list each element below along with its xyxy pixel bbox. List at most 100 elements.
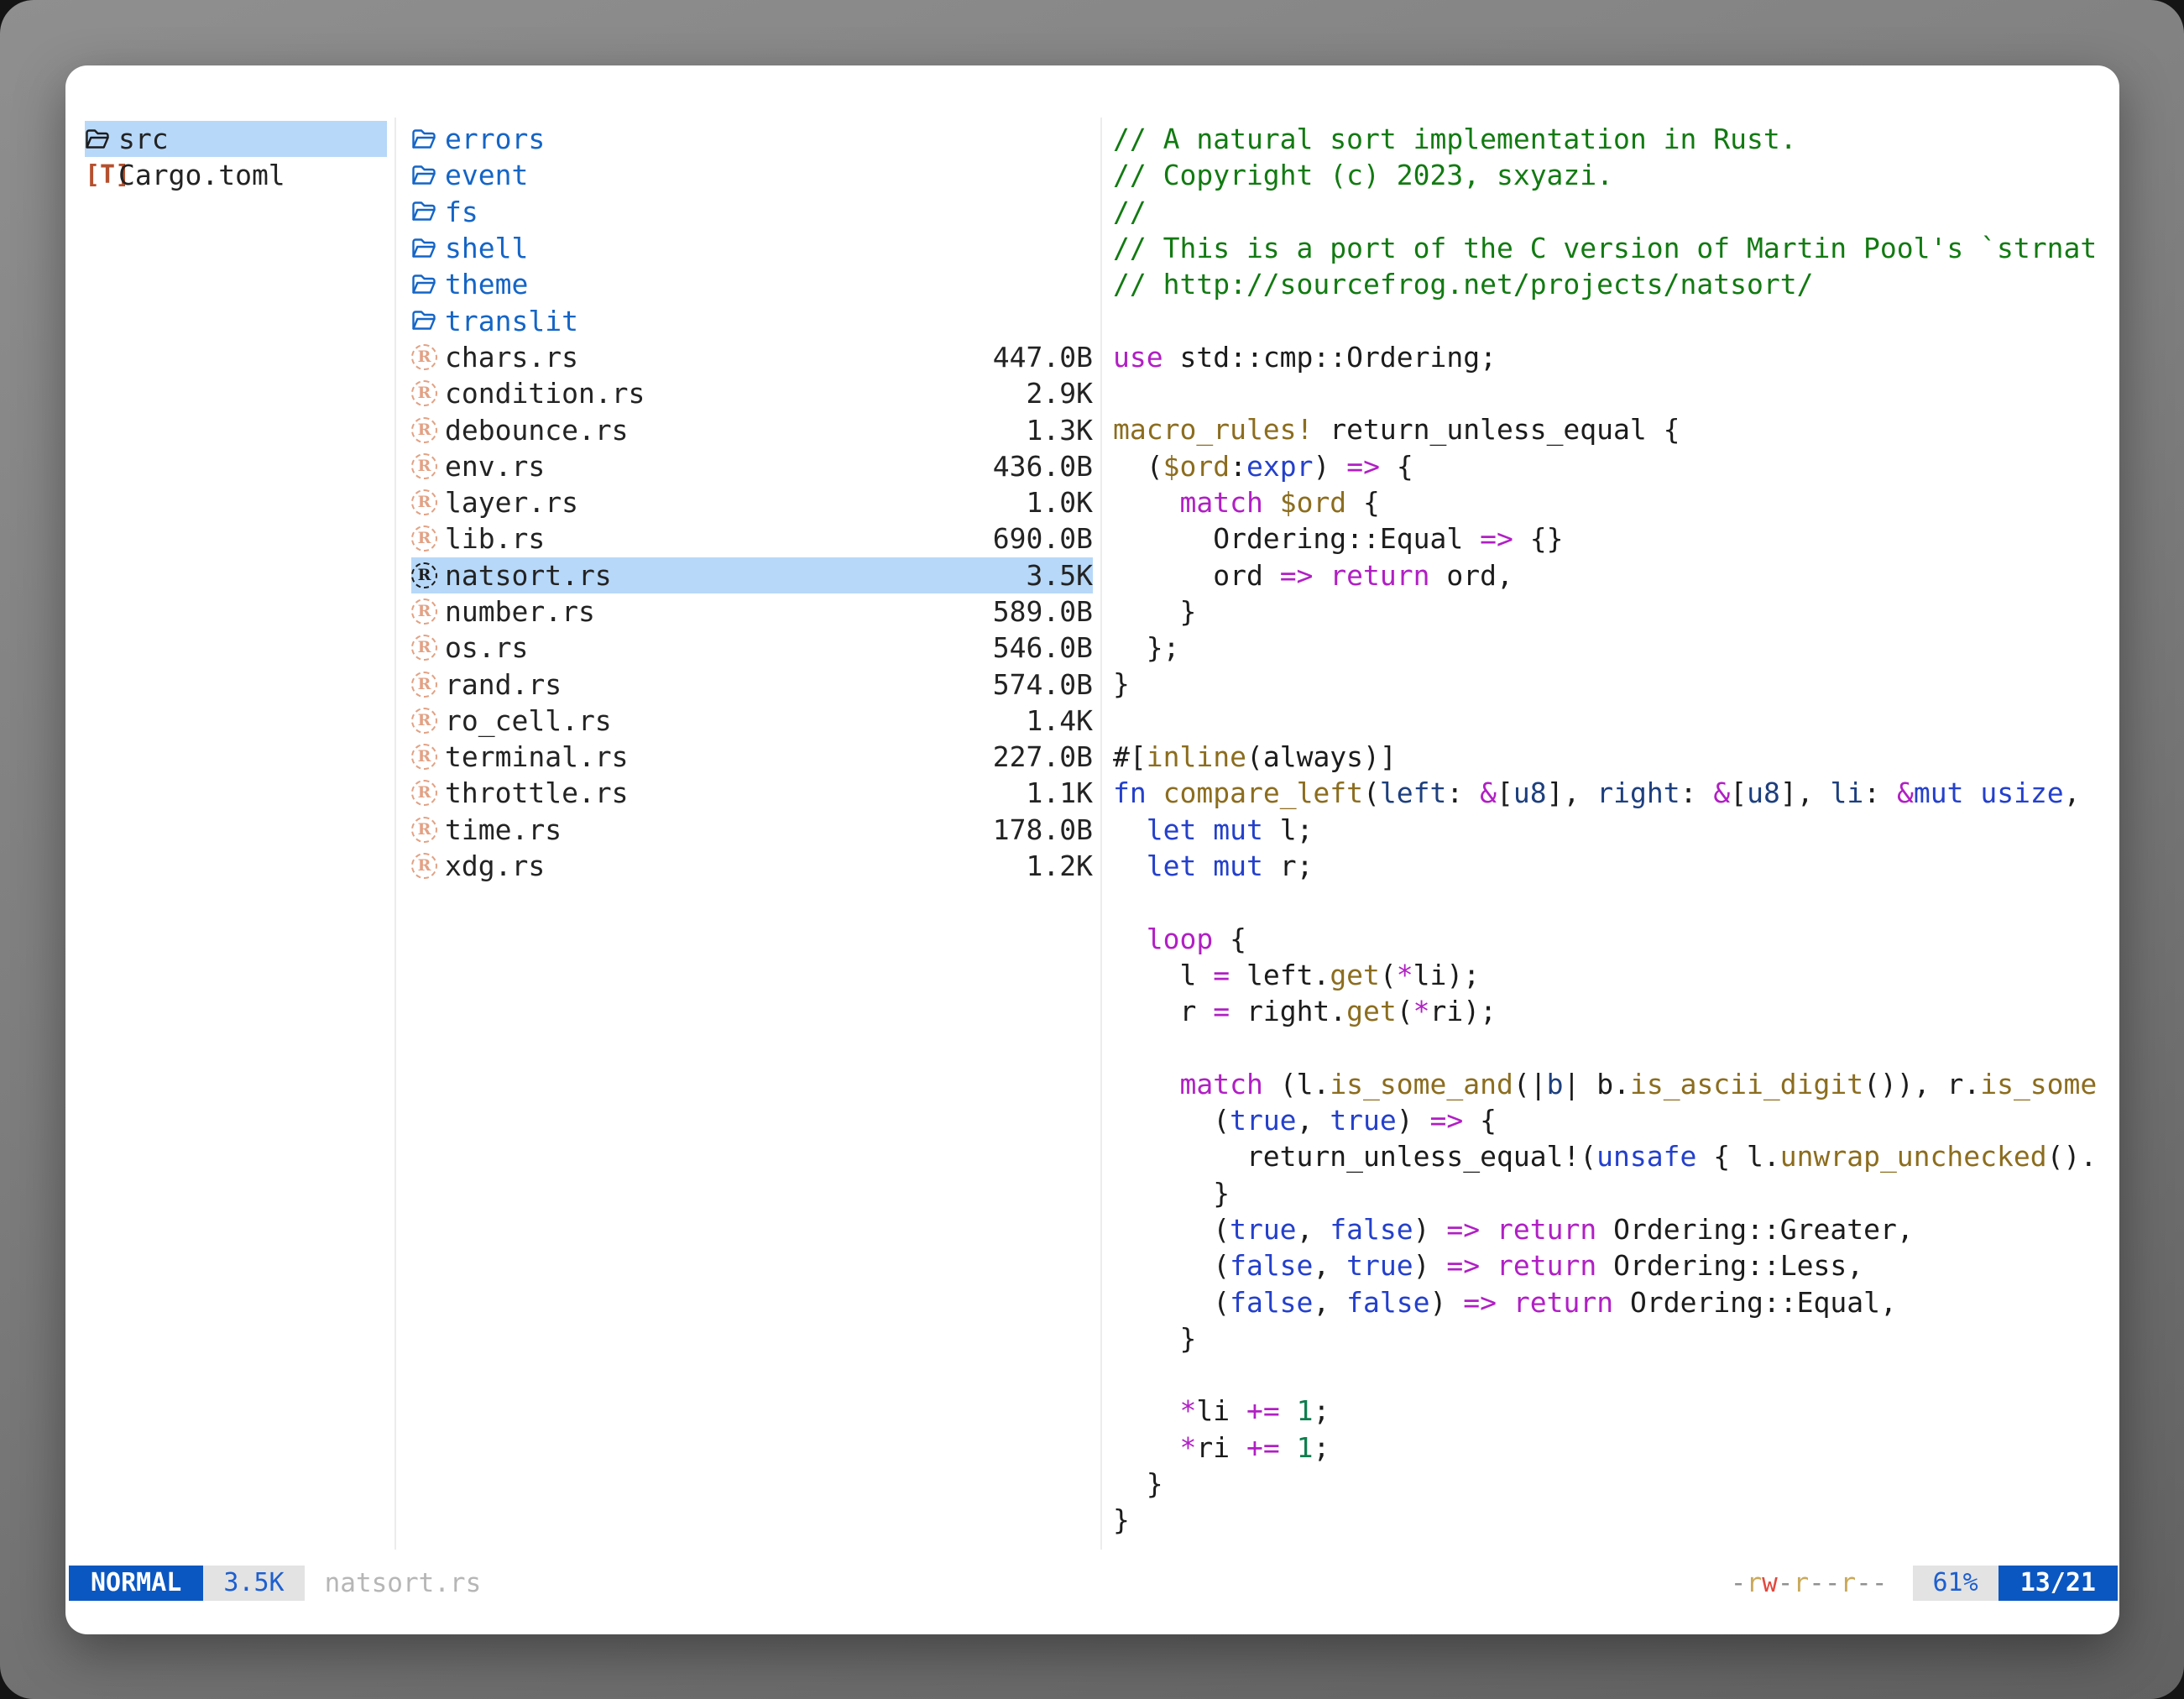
file-size: 2.9K (1027, 377, 1093, 410)
file-size: 447.0B (993, 341, 1093, 374)
file-name: ro_cell.rs (445, 704, 1020, 737)
file-row[interactable]: Rthrottle.rs1.1K (411, 775, 1093, 811)
rust-file-icon: R (411, 853, 437, 879)
rust-file-icon: R (411, 489, 437, 515)
code-line: *li += 1; (1113, 1393, 2119, 1429)
file-row[interactable]: Rtime.rs178.0B (411, 812, 1093, 848)
code-line: Ordering::Equal => {} (1113, 520, 2119, 557)
file-name: fs (445, 196, 1086, 228)
file-row[interactable]: Rcondition.rs2.9K (411, 375, 1093, 411)
file-icon-cell: R (411, 417, 445, 443)
file-icon-cell: R (411, 525, 445, 552)
file-name: env.rs (445, 450, 986, 483)
file-size: 1.4K (1027, 704, 1093, 737)
code-line: (false, false) => return Ordering::Equal… (1113, 1284, 2119, 1320)
file-row[interactable]: Rdebounce.rs1.3K (411, 411, 1093, 447)
file-size: 1.3K (1027, 414, 1093, 447)
rust-file-icon: R (411, 744, 437, 770)
file-icon-cell: R (411, 780, 445, 806)
folder-row[interactable]: shell (411, 230, 1093, 266)
file-name: errors (445, 123, 1086, 155)
file-size: 1.1K (1027, 776, 1093, 809)
file-size: 178.0B (993, 813, 1093, 846)
file-name: time.rs (445, 813, 986, 846)
status-bar: NORMAL 3.5K natsort.rs -rw-r--r-- 61% 13… (69, 1566, 2118, 1601)
code-line: ord => return ord, (1113, 557, 2119, 593)
rust-file-icon: R (411, 417, 437, 443)
folder-row[interactable]: src (85, 121, 387, 157)
code-line (1113, 302, 2119, 338)
file-manager-window: src[T]Cargo.toml errors event fs shell t… (65, 65, 2119, 1634)
code-line: // This is a port of the C version of Ma… (1113, 230, 2119, 266)
file-row[interactable]: [T]Cargo.toml (85, 157, 387, 193)
rust-file-icon: R (411, 672, 437, 698)
folder-icon (411, 274, 436, 295)
file-row[interactable]: Rterminal.rs227.0B (411, 739, 1093, 775)
current-directory-pane[interactable]: errors event fs shell theme translitRcha… (411, 121, 1093, 884)
code-line (1113, 1357, 2119, 1393)
pane-divider-right (1100, 118, 1102, 1550)
file-icon-cell: R (411, 562, 445, 588)
file-row[interactable]: Ros.rs546.0B (411, 630, 1093, 666)
mode-badge: NORMAL (69, 1566, 203, 1601)
code-line: } (1113, 1466, 2119, 1502)
file-name: chars.rs (445, 341, 986, 374)
file-name: shell (445, 232, 1086, 264)
folder-row[interactable]: translit (411, 302, 1093, 338)
file-icon-cell: R (411, 744, 445, 770)
rust-file-icon: R (411, 817, 437, 843)
rust-file-icon: R (411, 780, 437, 806)
file-icon-cell (411, 310, 445, 332)
folder-row[interactable]: event (411, 157, 1093, 193)
file-name: Cargo.toml (118, 159, 387, 191)
file-icon-cell: R (411, 344, 445, 370)
code-line (1113, 375, 2119, 411)
file-preview-pane[interactable]: // A natural sort implementation in Rust… (1113, 121, 2119, 1559)
scroll-percent-chip: 61% (1913, 1566, 1999, 1601)
file-row[interactable]: Rlayer.rs1.0K (411, 484, 1093, 520)
code-line (1113, 703, 2119, 739)
folder-icon (85, 128, 110, 150)
file-name: number.rs (445, 595, 986, 628)
file-name: rand.rs (445, 668, 986, 701)
file-row[interactable]: Renv.rs436.0B (411, 448, 1093, 484)
file-icon-cell: R (411, 853, 445, 879)
file-row[interactable]: Rnatsort.rs3.5K (411, 557, 1093, 593)
code-line: macro_rules! return_unless_equal { (1113, 411, 2119, 447)
file-icon-cell (411, 274, 445, 295)
file-row[interactable]: Rrand.rs574.0B (411, 666, 1093, 702)
folder-icon (411, 128, 436, 150)
file-icon-cell: R (411, 599, 445, 625)
folder-icon (411, 310, 436, 332)
code-line: let mut l; (1113, 812, 2119, 848)
file-icon-cell (411, 201, 445, 222)
folder-row[interactable]: errors (411, 121, 1093, 157)
file-icon-cell (411, 238, 445, 259)
file-row[interactable]: Rxdg.rs1.2K (411, 848, 1093, 884)
folder-row[interactable]: theme (411, 266, 1093, 302)
file-name: lib.rs (445, 522, 986, 555)
folder-icon (411, 201, 436, 222)
code-line: use std::cmp::Ordering; (1113, 339, 2119, 375)
file-size: 589.0B (993, 595, 1093, 628)
code-line: } (1113, 1502, 2119, 1538)
code-line: (true, true) => { (1113, 1102, 2119, 1138)
code-line: ($ord:expr) => { (1113, 448, 2119, 484)
file-icon-cell: R (411, 489, 445, 515)
code-line (1113, 884, 2119, 920)
file-size: 1.0K (1027, 486, 1093, 519)
file-row[interactable]: Rchars.rs447.0B (411, 339, 1093, 375)
rust-file-icon: R (411, 453, 437, 479)
file-row[interactable]: Rlib.rs690.0B (411, 520, 1093, 557)
file-size: 690.0B (993, 522, 1093, 555)
file-row[interactable]: Rro_cell.rs1.4K (411, 703, 1093, 739)
file-permissions: -rw-r--r-- (1731, 1568, 1888, 1598)
parent-directory-pane[interactable]: src[T]Cargo.toml (85, 121, 387, 194)
file-size: 1.2K (1027, 850, 1093, 882)
file-size-chip: 3.5K (203, 1566, 304, 1601)
file-size: 546.0B (993, 631, 1093, 664)
folder-row[interactable]: fs (411, 194, 1093, 230)
file-icon-cell: R (411, 635, 445, 661)
file-row[interactable]: Rnumber.rs589.0B (411, 593, 1093, 630)
file-icon-cell (411, 165, 445, 186)
